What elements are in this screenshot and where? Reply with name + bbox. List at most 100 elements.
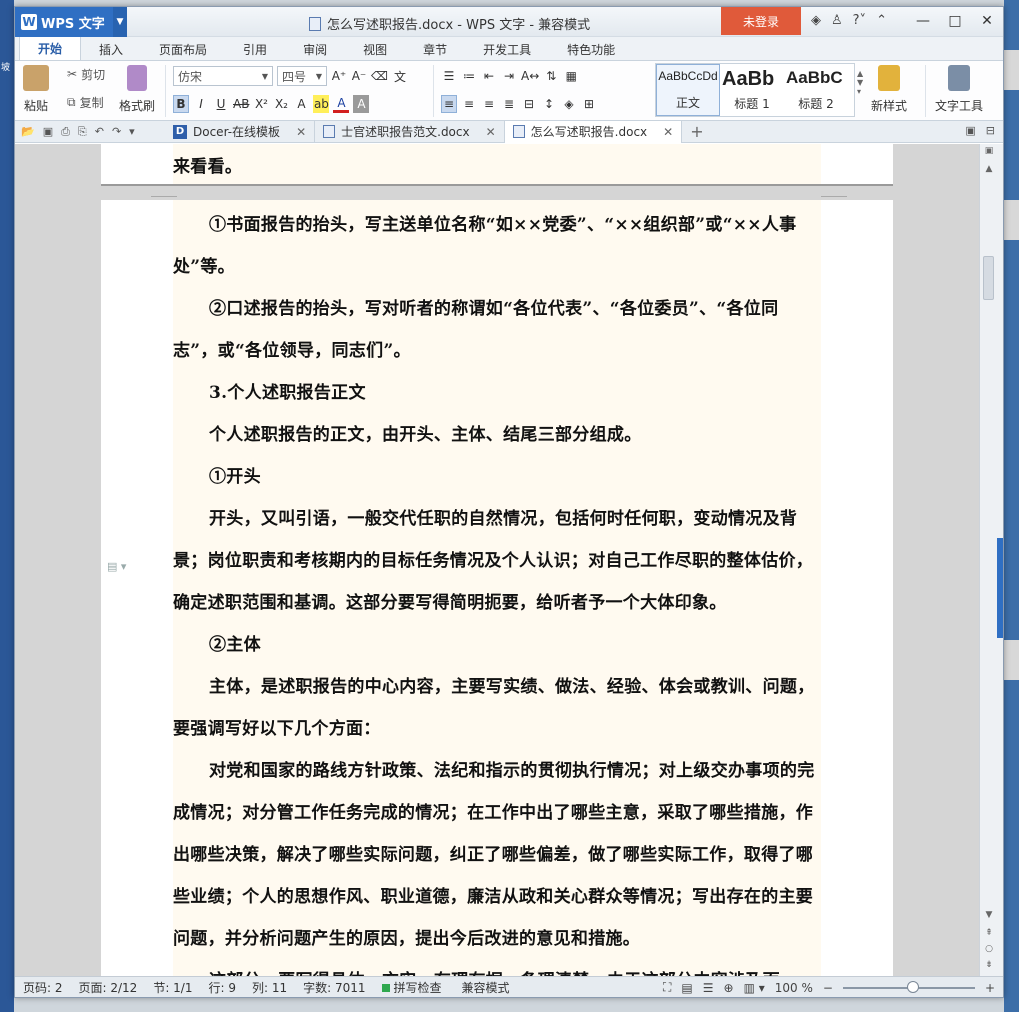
tab-review[interactable]: 审阅 (285, 38, 345, 60)
page-view-icon[interactable]: ▤ (681, 981, 692, 995)
scroll-thumb[interactable] (983, 256, 994, 300)
border-icon[interactable]: ⊞ (581, 95, 597, 113)
help-icon[interactable]: ?˅ (853, 13, 866, 28)
underline-icon[interactable]: U (213, 95, 229, 113)
tab-references[interactable]: 引用 (225, 38, 285, 60)
scroll-up-icon[interactable]: ▲ (980, 164, 998, 174)
clear-format-icon[interactable]: ⌫ (371, 67, 388, 85)
shirt-icon[interactable]: ♙ (831, 13, 843, 28)
align-left-icon[interactable]: ≡ (441, 95, 457, 113)
tab-view[interactable]: 视图 (345, 38, 405, 60)
italic-icon[interactable]: I (193, 95, 209, 113)
tab-page-layout[interactable]: 页面布局 (141, 38, 225, 60)
style-normal[interactable]: AaBbCcDd 正文 (656, 64, 720, 116)
paragraph[interactable]: 对党和国家的路线方针政策、法纪和指示的贯彻执行情况；对上级交办事项的完成情况；对… (173, 750, 823, 960)
numbering-icon[interactable]: ≔ (461, 67, 477, 85)
vertical-scrollbar[interactable]: ▣ ▲ ▼ ⇞ ○ ⇟ (979, 144, 997, 976)
strikethrough-icon[interactable]: AB (233, 95, 249, 113)
maximize-button[interactable]: □ (939, 7, 971, 35)
tab-menu-icon[interactable]: ⊟ (986, 124, 995, 137)
web-view-icon[interactable]: ⊕ (724, 981, 734, 995)
table-icon[interactable]: ▦ (563, 67, 579, 85)
grow-font-icon[interactable]: A⁺ (331, 67, 347, 85)
superscript-icon[interactable]: X² (253, 95, 269, 113)
font-name-select[interactable]: 仿宋 ▼ (173, 66, 273, 86)
task-pane-toggle[interactable] (997, 538, 1003, 638)
minimize-button[interactable]: — (907, 7, 939, 35)
phonetic-icon[interactable]: 文 (392, 67, 408, 85)
reading-view-icon[interactable]: ▥ ▾ (744, 981, 765, 995)
status-word-count[interactable]: 字数: 7011 (295, 979, 373, 996)
status-pages[interactable]: 页面: 2/12 (71, 979, 146, 996)
paragraph[interactable]: 来看看。 (173, 146, 823, 188)
document-area[interactable]: 来看看。 ①书面报告的抬头，写主送单位名称“如××党委”、“××组织部”或“××… (15, 144, 979, 976)
bold-icon[interactable]: B (173, 95, 189, 113)
doc-tab-docer[interactable]: D Docer-在线模板 ✕ (165, 120, 316, 143)
close-button[interactable]: ✕ (971, 7, 1003, 35)
tab-special[interactable]: 特色功能 (549, 38, 633, 60)
zoom-level[interactable]: 100 % (775, 981, 813, 995)
align-right-icon[interactable]: ≡ (481, 95, 497, 113)
doc-tab-how-to-write[interactable]: 怎么写述职报告.docx ✕ (504, 120, 683, 143)
shrink-font-icon[interactable]: A⁻ (351, 67, 367, 85)
new-tab-icon[interactable]: + (682, 122, 703, 141)
undo-icon[interactable]: ↶ (95, 125, 104, 139)
save-icon[interactable]: ▣ (43, 125, 53, 139)
zoom-slider-knob[interactable] (906, 980, 919, 993)
text-tools-button[interactable]: 文字工具 (935, 65, 983, 114)
bullets-icon[interactable]: ☰ (441, 67, 457, 85)
font-size-select[interactable]: 四号 ▼ (277, 66, 327, 86)
collapse-ribbon-icon[interactable]: ⌃ (876, 13, 887, 28)
tab-insert[interactable]: 插入 (81, 38, 141, 60)
skin-icon[interactable]: ◈ (811, 13, 821, 28)
sort-icon[interactable]: ⇅ (543, 67, 559, 85)
print-icon[interactable]: ⎙ (61, 125, 70, 139)
current-page[interactable]: ①书面报告的抬头，写主送单位名称“如××党委”、“××组织部”或“××人事处”等… (101, 200, 893, 976)
paragraph-options-icon[interactable]: ▤ ▾ (107, 560, 126, 573)
outline-view-icon[interactable]: ☰ (703, 981, 714, 995)
style-heading-2[interactable]: AaBbC 标题 2 (784, 64, 848, 116)
paragraph[interactable]: 个人述职报告的正文，由开头、主体、结尾三部分组成。 (173, 414, 823, 456)
line-spacing-icon[interactable]: ↕ (541, 95, 557, 113)
distribute-icon[interactable]: ⊟ (521, 95, 537, 113)
paragraph[interactable]: ①书面报告的抬头，写主送单位名称“如××党委”、“××组织部”或“××人事处”等… (173, 204, 823, 288)
spell-check-button[interactable]: 拼写检查 (374, 979, 450, 996)
redo-icon[interactable]: ↷ (112, 125, 121, 139)
next-page-icon[interactable]: ⇟ (980, 960, 998, 970)
format-painter-button[interactable]: 格式刷 (119, 65, 155, 114)
print-preview-icon[interactable]: ⎘ (78, 125, 87, 139)
subscript-icon[interactable]: X₂ (273, 95, 289, 113)
close-tab-icon[interactable]: ✕ (663, 125, 673, 139)
prev-page-icon[interactable]: ⇞ (980, 928, 998, 938)
paragraph[interactable]: 主体，是述职报告的中心内容，主要写实绩、做法、经验、体会或教训、问题，要强调写好… (173, 666, 823, 750)
close-tab-icon[interactable]: ✕ (296, 125, 306, 139)
chevron-down-icon[interactable]: ▼ (113, 7, 127, 37)
zoom-out-icon[interactable]: − (823, 981, 833, 995)
close-tab-icon[interactable]: ✕ (486, 125, 496, 139)
cut-button[interactable]: ✂ 剪切 (67, 63, 105, 85)
subheading[interactable]: ②主体 (173, 624, 823, 666)
style-heading-1[interactable]: AaBb 标题 1 (720, 64, 784, 116)
style-scroll[interactable]: ▲ ▼ ▾ (857, 69, 863, 96)
tab-list-icon[interactable]: ▣ (965, 124, 975, 137)
section-heading[interactable]: 3.个人述职报告正文 (173, 372, 823, 414)
subheading[interactable]: ①开头 (173, 456, 823, 498)
font-color-icon[interactable]: A (333, 95, 350, 113)
zoom-slider[interactable] (842, 980, 975, 993)
decrease-indent-icon[interactable]: ⇤ (481, 67, 497, 85)
tab-home[interactable]: 开始 (19, 36, 82, 60)
zoom-in-icon[interactable]: + (985, 981, 995, 995)
highlight-icon[interactable]: ab (313, 95, 330, 113)
paragraph[interactable]: ②口述报告的抬头，写对听者的称谓如“各位代表”、“各位委员”、“各位同志”，或“… (173, 288, 823, 372)
align-center-icon[interactable]: ≡ (461, 95, 477, 113)
paragraph[interactable]: 这部分，要写得具体、充实、有理有据、条理清楚。由于这部分内容涉及面 (173, 960, 823, 976)
text-effect-icon[interactable]: A (293, 95, 309, 113)
copy-button[interactable]: ⧉ 复制 (67, 91, 105, 113)
open-icon[interactable]: 📂 (21, 125, 35, 139)
doc-tab-sergeant-report[interactable]: 士官述职报告范文.docx ✕ (315, 120, 505, 143)
qa-more-icon[interactable]: ▾ (129, 125, 135, 139)
increase-indent-icon[interactable]: ⇥ (501, 67, 517, 85)
shading-icon[interactable]: ◈ (561, 95, 577, 113)
char-shading-icon[interactable]: A (353, 95, 370, 113)
justify-icon[interactable]: ≣ (501, 95, 517, 113)
